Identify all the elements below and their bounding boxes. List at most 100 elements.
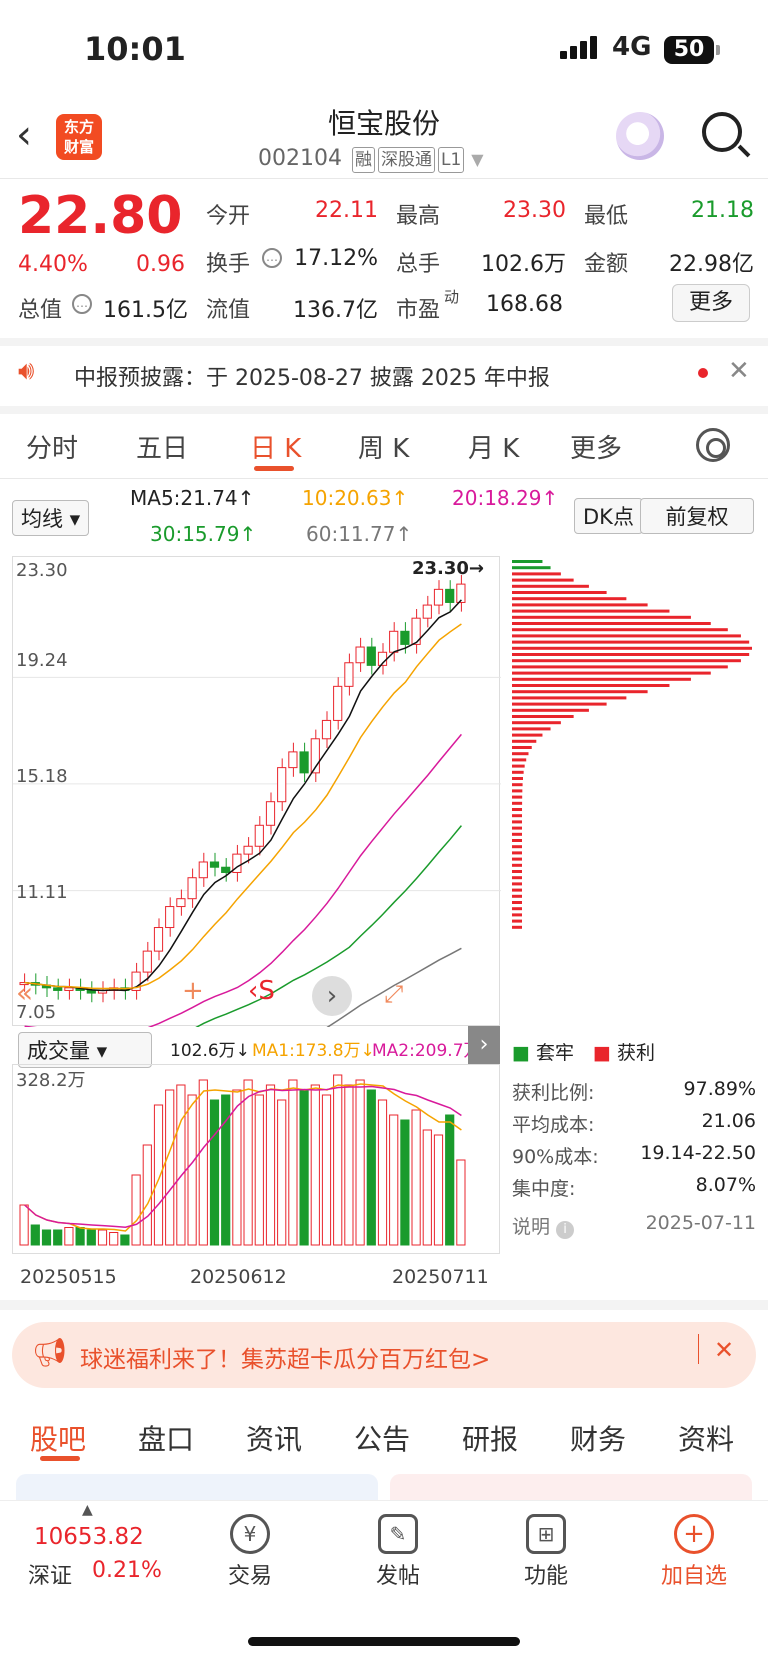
- pe-value: 168.68: [486, 292, 563, 317]
- volume-value: 102.6万↓: [170, 1041, 250, 1061]
- float-label: 流值: [206, 298, 251, 323]
- candle: [209, 861, 220, 868]
- nav-functions[interactable]: ⊞ 功能: [486, 1508, 606, 1590]
- tab-daily[interactable]: 日 K: [250, 428, 301, 465]
- tab-research[interactable]: 研报: [462, 1418, 518, 1458]
- chip-bar: [512, 584, 589, 588]
- home-indicator: [248, 1637, 520, 1646]
- chip-bar: [512, 845, 523, 849]
- y-tick: 15.18: [16, 766, 68, 787]
- tab-pankou[interactable]: 盘口: [138, 1418, 194, 1458]
- index-name[interactable]: 深证: [28, 1558, 72, 1590]
- close-icon[interactable]: ✕: [728, 356, 750, 386]
- nav-label: 功能: [523, 1564, 568, 1589]
- volume-bar: [333, 1074, 343, 1246]
- prev-icon[interactable]: ‹S: [248, 976, 275, 1006]
- chip-bar: [512, 770, 524, 774]
- volume-select[interactable]: 成交量 ▾: [18, 1032, 152, 1068]
- chip-bar: [512, 925, 522, 929]
- y-tick: 23.30: [16, 560, 68, 581]
- candle: [221, 866, 231, 873]
- chip-bar: [512, 739, 537, 743]
- volume-bar: [366, 1089, 376, 1246]
- chip-bar: [512, 820, 523, 824]
- volume-bar: [41, 1229, 52, 1246]
- search-icon[interactable]: [702, 112, 742, 152]
- chip-bar: [512, 764, 525, 768]
- tag-level: L1: [437, 147, 465, 173]
- chip-label: 集中度:: [512, 1178, 576, 1200]
- more-quote-button[interactable]: 更多: [672, 284, 750, 322]
- ma-select[interactable]: 均线 ▾: [12, 500, 90, 536]
- kline-chart[interactable]: [12, 556, 501, 1121]
- tab-profile[interactable]: 资料: [678, 1418, 734, 1458]
- chip-bar: [512, 907, 522, 911]
- volume-bar: [389, 1114, 399, 1246]
- x-tick: 20250711: [392, 1266, 489, 1288]
- index-pct[interactable]: 0.21%: [92, 1558, 162, 1583]
- nav-post[interactable]: ✎ 发帖: [338, 1508, 458, 1590]
- candle: [344, 662, 354, 687]
- chip-bar: [512, 814, 523, 818]
- dk-button[interactable]: DK点: [574, 498, 643, 534]
- chip-bar: [512, 832, 523, 836]
- chip-bar: [512, 615, 691, 619]
- collapse-toggle[interactable]: ›: [468, 1026, 500, 1064]
- nav-label: 交易: [227, 1564, 272, 1589]
- chip-bar: [512, 640, 750, 644]
- tab-more[interactable]: 更多: [570, 428, 622, 465]
- stock-code-row[interactable]: 002104 融深股通 L1 ▼: [258, 146, 484, 173]
- ma10-label: 10:20.63↑: [302, 486, 409, 510]
- chip-bar: [512, 746, 532, 749]
- chip-note[interactable]: 说明 i: [512, 1212, 575, 1239]
- chip-bar: [512, 882, 522, 886]
- expand-icon[interactable]: ⤢: [384, 980, 403, 1008]
- chip-bar: [512, 671, 711, 675]
- assistant-robot-icon[interactable]: [616, 112, 664, 160]
- tab-underline: [40, 1456, 80, 1461]
- candle: [445, 588, 455, 603]
- chip-value: 21.06: [701, 1110, 756, 1132]
- tab-weekly[interactable]: 周 K: [358, 428, 409, 465]
- tab-news[interactable]: 资讯: [246, 1418, 302, 1458]
- restore-rights-button[interactable]: 前复权: [640, 498, 754, 534]
- divider: [0, 178, 768, 179]
- volume-bar: [445, 1114, 455, 1246]
- chip-value: 19.14-22.50: [640, 1142, 756, 1164]
- close-icon[interactable]: ✕: [714, 1336, 734, 1364]
- mcap-label: 总值: [18, 298, 63, 323]
- chevron-down-icon: ▼: [471, 150, 484, 169]
- chip-bar: [512, 758, 527, 762]
- crosshair-icon[interactable]: +: [182, 976, 204, 1006]
- chip-bar: [512, 801, 523, 805]
- volume-bar: [265, 1084, 276, 1246]
- nav-trade[interactable]: ¥ 交易: [190, 1508, 310, 1590]
- tab-intraday[interactable]: 分时: [26, 428, 78, 465]
- high-label: 最高: [396, 204, 441, 229]
- rewind-icon[interactable]: «: [16, 976, 33, 1009]
- volume-bar: [277, 1099, 287, 1246]
- gear-icon[interactable]: [696, 428, 730, 462]
- low-label: 最低: [584, 204, 629, 229]
- signal-icon: [560, 36, 600, 59]
- caret-up-icon: ▲: [82, 1502, 93, 1518]
- volume-chart[interactable]: [12, 1064, 500, 1254]
- candle: [53, 987, 63, 991]
- nav-add-watchlist[interactable]: + 加自选: [634, 1508, 754, 1590]
- change-pct: 4.40%: [18, 252, 88, 277]
- tab-announcements[interactable]: 公告: [354, 1418, 410, 1458]
- tab-5day[interactable]: 五日: [136, 428, 188, 465]
- volume-bar: [344, 1084, 354, 1246]
- volume-bar: [30, 1224, 40, 1246]
- info-icon[interactable]: …: [72, 294, 92, 314]
- index-value[interactable]: 10653.82: [34, 1524, 144, 1550]
- tab-monthly[interactable]: 月 K: [468, 428, 519, 465]
- info-icon[interactable]: …: [262, 248, 282, 268]
- tab-finance[interactable]: 财务: [570, 1418, 626, 1458]
- volume-bar: [176, 1084, 186, 1246]
- notice-text[interactable]: 中报预披露：于 2025-08-27 披露 2025 年中报: [74, 360, 550, 392]
- tab-guba[interactable]: 股吧: [30, 1418, 86, 1458]
- volume-ymax: 328.2万: [16, 1070, 86, 1091]
- chevron-right-icon[interactable]: ›: [312, 976, 352, 1016]
- promo-banner[interactable]: 📢︎ 球迷福利来了！集苏超卡瓜分百万红包> ✕: [12, 1322, 756, 1388]
